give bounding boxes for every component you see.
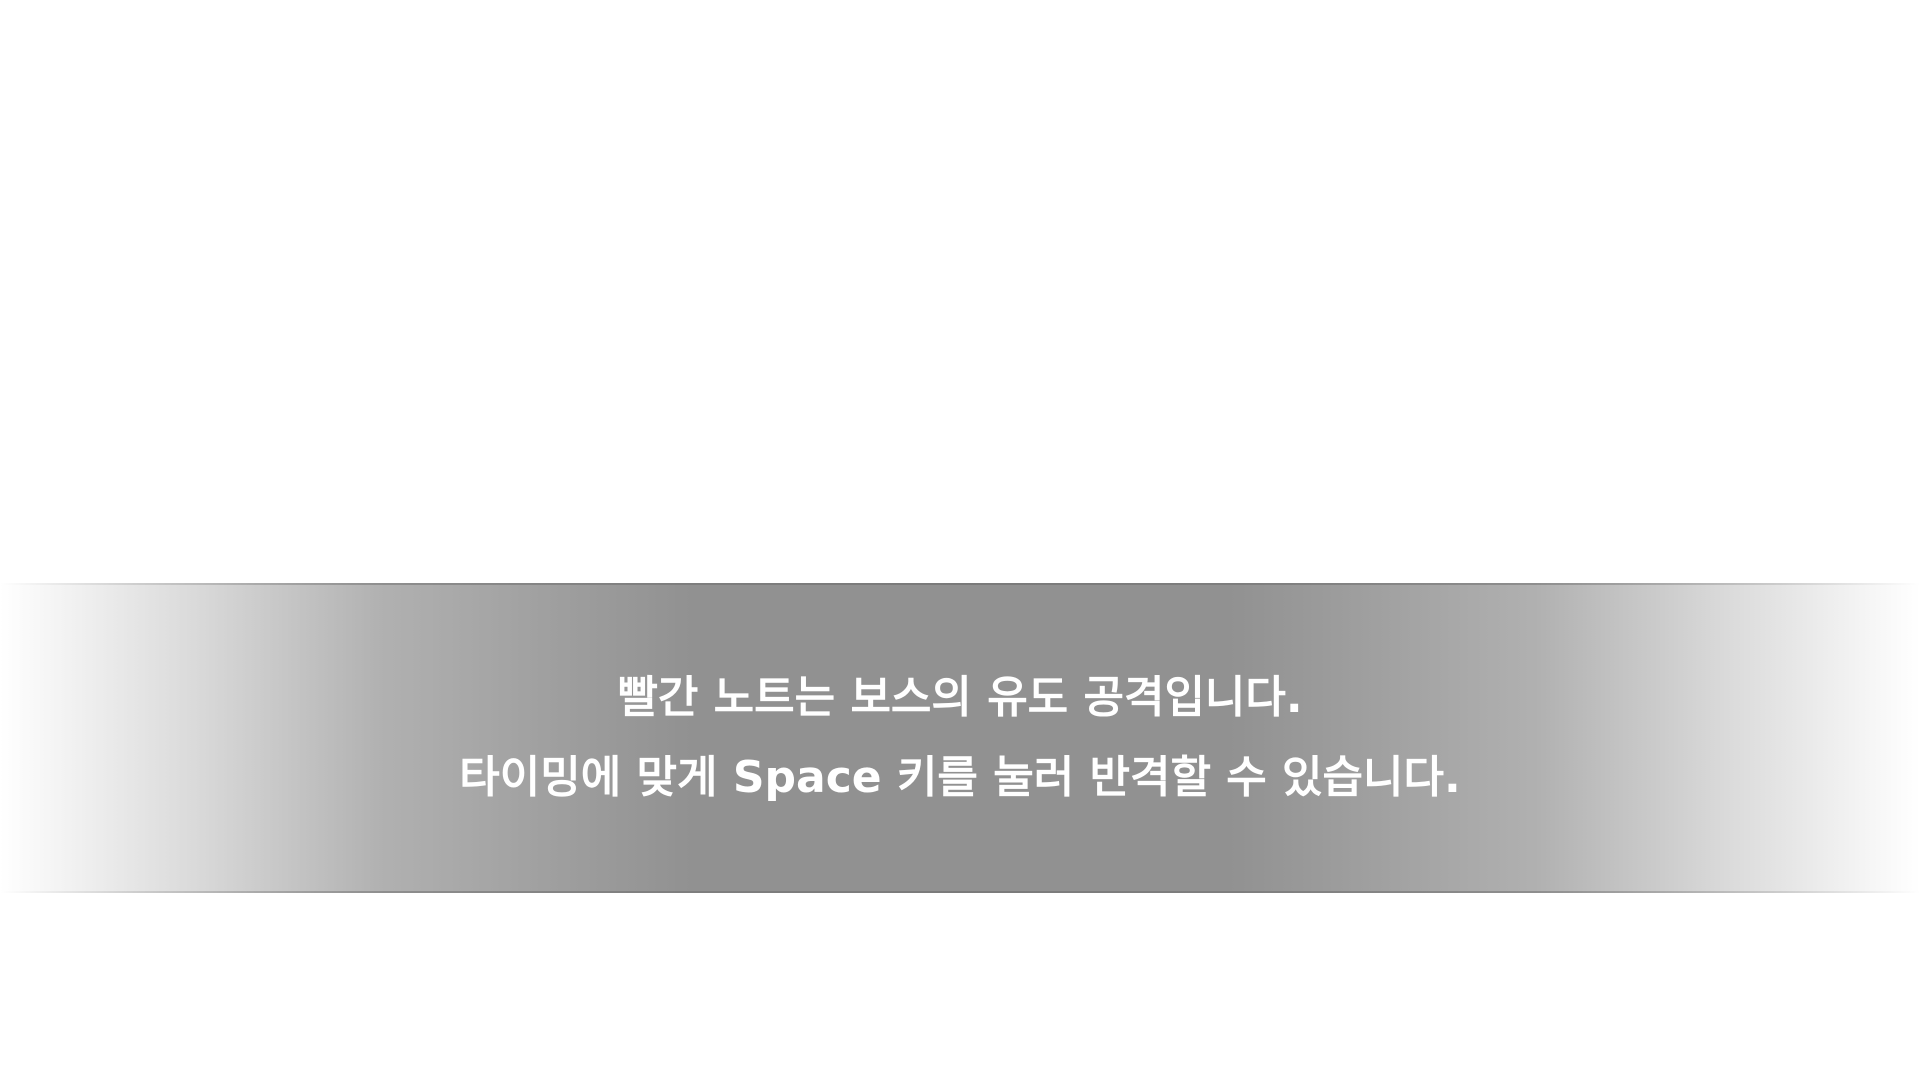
tutorial-text-line-2: 타이밍에 맞게 Space 키를 눌러 반격할 수 있습니다.: [459, 752, 1461, 803]
banner-bottom-edge: [0, 891, 1920, 893]
banner-top-edge: [0, 583, 1920, 585]
tutorial-banner: 빨간 노트는 보스의 유도 공격입니다. 타이밍에 맞게 Space 키를 눌러…: [0, 583, 1920, 893]
game-screen: 빨간 노트는 보스의 유도 공격입니다. 타이밍에 맞게 Space 키를 눌러…: [0, 0, 1920, 1080]
tutorial-text-line-1: 빨간 노트는 보스의 유도 공격입니다.: [617, 672, 1303, 723]
